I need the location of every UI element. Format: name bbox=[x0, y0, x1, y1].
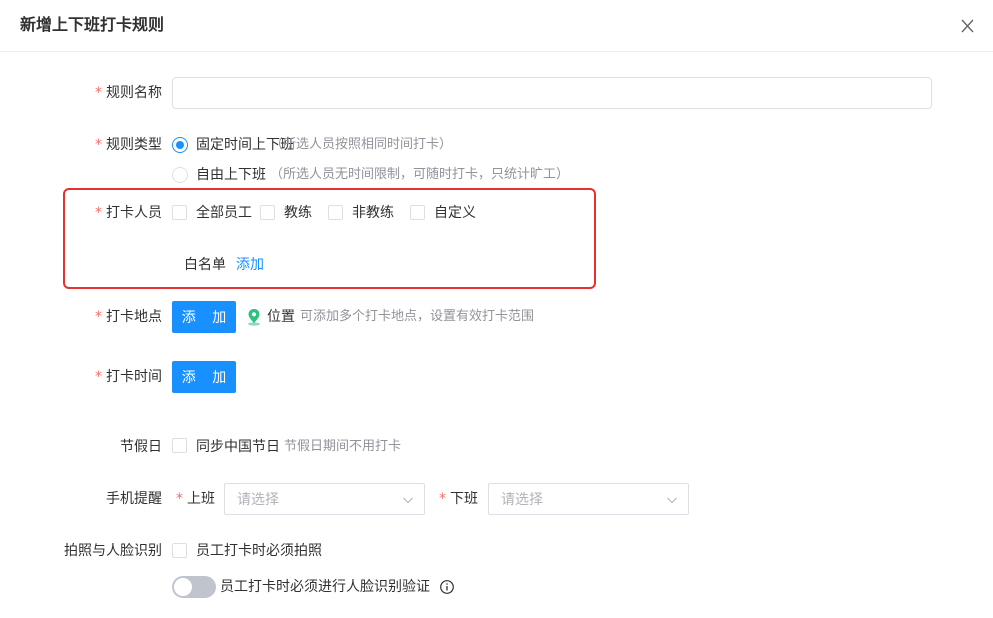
sync-holiday-label[interactable]: 同步中国节日 bbox=[196, 437, 280, 457]
info-icon[interactable] bbox=[439, 579, 455, 595]
staff-coach-checkbox[interactable] bbox=[260, 205, 275, 220]
face-verify-label: 员工打卡时必须进行人脸识别验证 bbox=[220, 579, 430, 595]
location-hint: 可添加多个打卡地点，设置有效打卡范围 bbox=[300, 309, 535, 324]
rule-name-label: * 规则名称 bbox=[95, 85, 162, 101]
reminder-label: 手机提醒 bbox=[106, 491, 162, 507]
clock-staff-label: * 打卡人员 bbox=[95, 205, 162, 221]
off-duty-label: * 下班 bbox=[439, 491, 478, 507]
staff-non-coach-checkbox[interactable] bbox=[328, 205, 343, 220]
whitelist-label: 白名单 bbox=[184, 257, 226, 273]
toggle-knob bbox=[174, 578, 192, 596]
rule-name-input[interactable] bbox=[172, 77, 932, 109]
photo-face-label: 拍照与人脸识别 bbox=[64, 543, 162, 559]
location-label[interactable]: 位置 bbox=[267, 307, 295, 327]
on-duty-placeholder: 请选择 bbox=[237, 492, 279, 508]
staff-all-checkbox[interactable] bbox=[172, 205, 187, 220]
add-time-button[interactable]: 添 加 bbox=[172, 361, 236, 393]
photo-required-checkbox[interactable] bbox=[172, 543, 187, 558]
photo-required-label[interactable]: 员工打卡时必须拍照 bbox=[196, 541, 322, 561]
chevron-down-icon bbox=[667, 497, 677, 504]
rule-type-free-label[interactable]: 自由上下班 bbox=[196, 165, 266, 185]
add-location-button[interactable]: 添 加 bbox=[172, 301, 236, 333]
staff-custom-label[interactable]: 自定义 bbox=[434, 203, 476, 223]
staff-all-label[interactable]: 全部员工 bbox=[196, 203, 252, 223]
staff-custom-checkbox[interactable] bbox=[410, 205, 425, 220]
clock-time-label: * 打卡时间 bbox=[95, 369, 162, 385]
close-icon[interactable] bbox=[958, 16, 978, 36]
on-duty-select[interactable]: 请选择 bbox=[224, 483, 425, 515]
rule-type-fixed-hint: （所选人员按照相同时间打卡） bbox=[270, 137, 453, 152]
rule-type-free-hint: （所选人员无时间限制，可随时打卡，只统计旷工） bbox=[270, 167, 570, 182]
off-duty-select[interactable]: 请选择 bbox=[488, 483, 689, 515]
off-duty-placeholder: 请选择 bbox=[501, 492, 543, 508]
clock-location-label: * 打卡地点 bbox=[95, 309, 162, 325]
holiday-hint: 节假日期间不用打卡 bbox=[284, 439, 402, 454]
map-pin-icon bbox=[246, 308, 262, 326]
face-verify-toggle[interactable] bbox=[172, 576, 216, 598]
chevron-down-icon bbox=[403, 497, 413, 504]
on-duty-label: * 上班 bbox=[176, 491, 215, 507]
dialog-header: 新增上下班打卡规则 bbox=[0, 0, 993, 52]
rule-type-fixed-radio[interactable] bbox=[172, 137, 188, 153]
dialog-title: 新增上下班打卡规则 bbox=[20, 15, 165, 34]
holiday-label: 节假日 bbox=[120, 439, 162, 455]
staff-coach-label[interactable]: 教练 bbox=[284, 203, 312, 223]
rule-type-free-radio[interactable] bbox=[172, 167, 188, 183]
whitelist-add-link[interactable]: 添加 bbox=[236, 255, 264, 275]
rule-type-label: * 规则类型 bbox=[95, 137, 162, 153]
sync-holiday-checkbox[interactable] bbox=[172, 438, 187, 453]
staff-non-coach-label[interactable]: 非教练 bbox=[352, 203, 394, 223]
